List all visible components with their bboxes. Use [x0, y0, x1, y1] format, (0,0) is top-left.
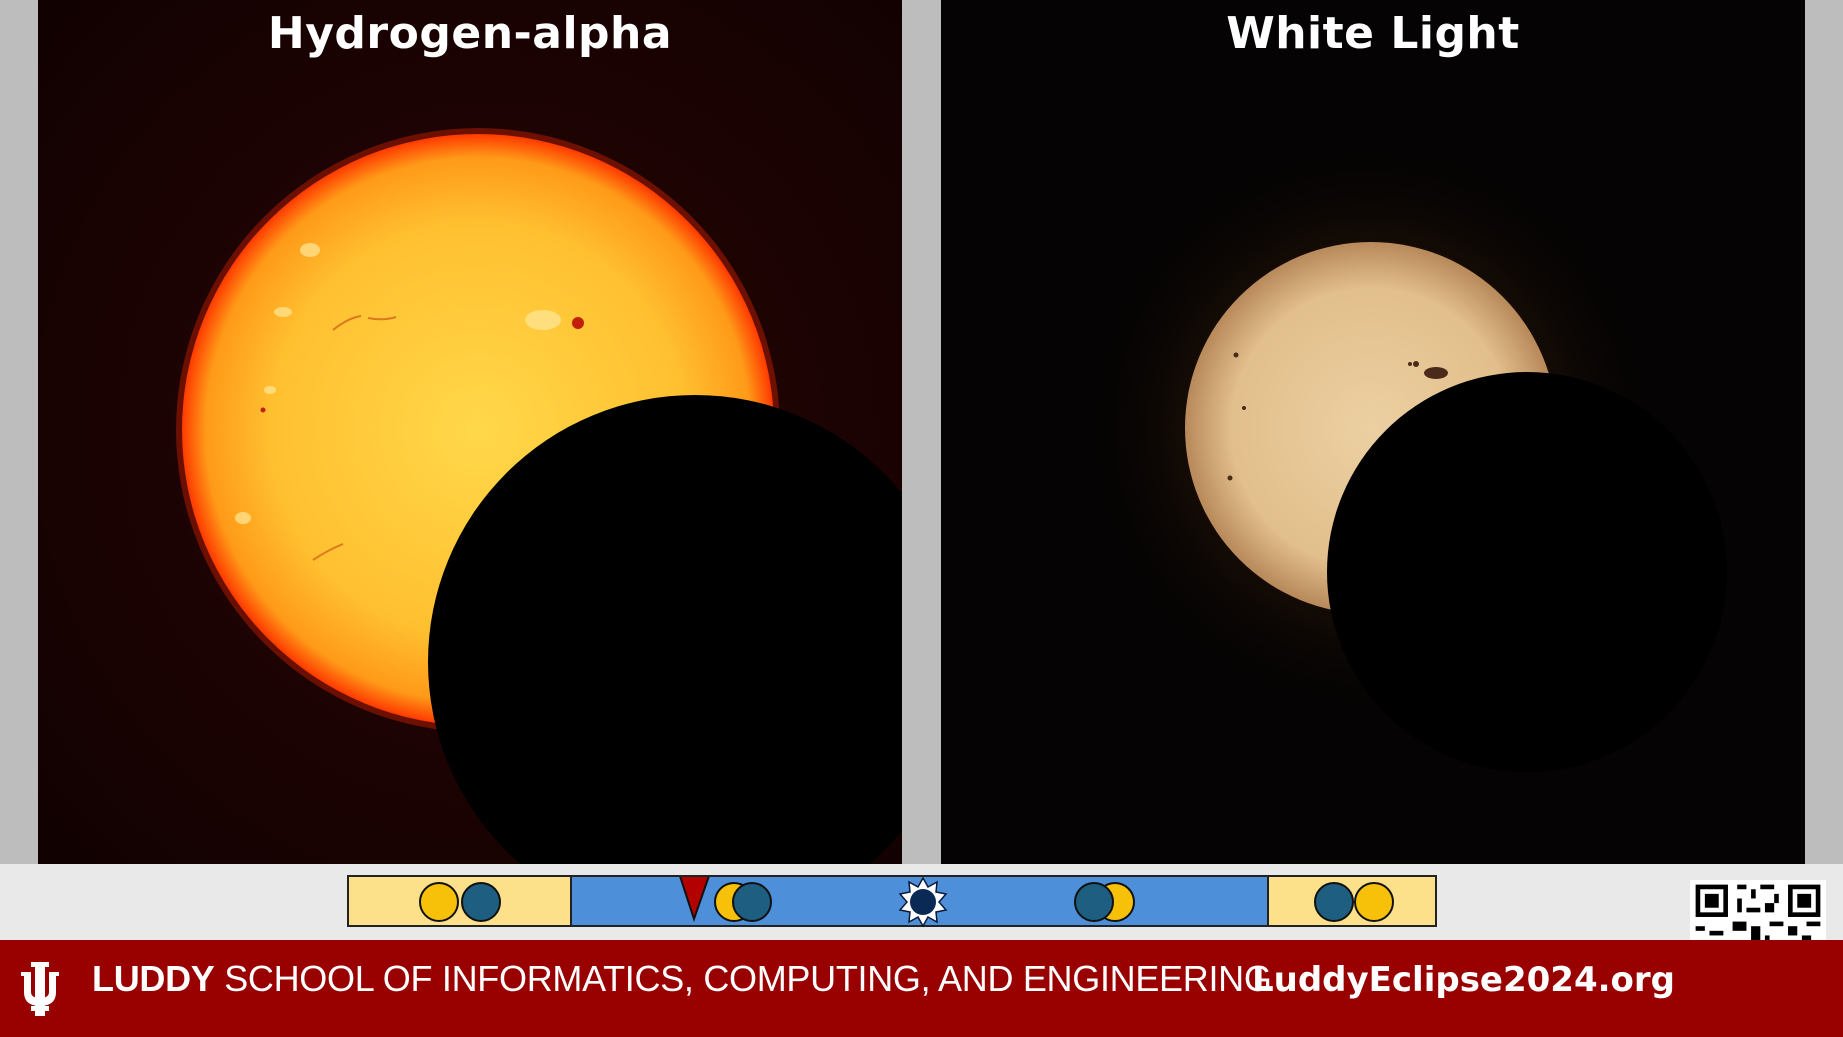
totality-corona-icon [898, 877, 948, 928]
white-light-panel: White Light [941, 0, 1805, 864]
iu-trident-icon [21, 962, 59, 1016]
website-link[interactable]: LuddyEclipse2024.org [1252, 960, 1675, 1000]
hydrogen-alpha-image [176, 128, 902, 864]
timeline-icons [419, 877, 1394, 928]
sunspot-group [1424, 367, 1448, 379]
sunspot [572, 317, 584, 329]
moon-icon [1314, 882, 1354, 922]
moon-disk [1327, 372, 1727, 772]
panel-title-hydrogen-alpha: Hydrogen-alpha [267, 8, 673, 59]
panel-title-white-light: White Light [1226, 8, 1520, 59]
moon-icon [461, 882, 501, 922]
moon-icon [1074, 882, 1114, 922]
sun-icon [419, 882, 459, 922]
sun-icon [1354, 882, 1394, 922]
white-light-image [1081, 138, 1727, 772]
school-name-rest: SCHOOL OF INFORMATICS, COMPUTING, AND EN… [214, 958, 1272, 999]
school-name-bold: LUDDY [92, 958, 215, 999]
hydrogen-alpha-panel: Hydrogen-alpha [38, 0, 902, 864]
eclipse-timeline [347, 875, 1437, 928]
current-time-marker [679, 877, 710, 923]
moon-icon [732, 882, 772, 922]
school-name: LUDDY SCHOOL OF INFORMATICS, COMPUTING, … [92, 958, 1272, 1000]
